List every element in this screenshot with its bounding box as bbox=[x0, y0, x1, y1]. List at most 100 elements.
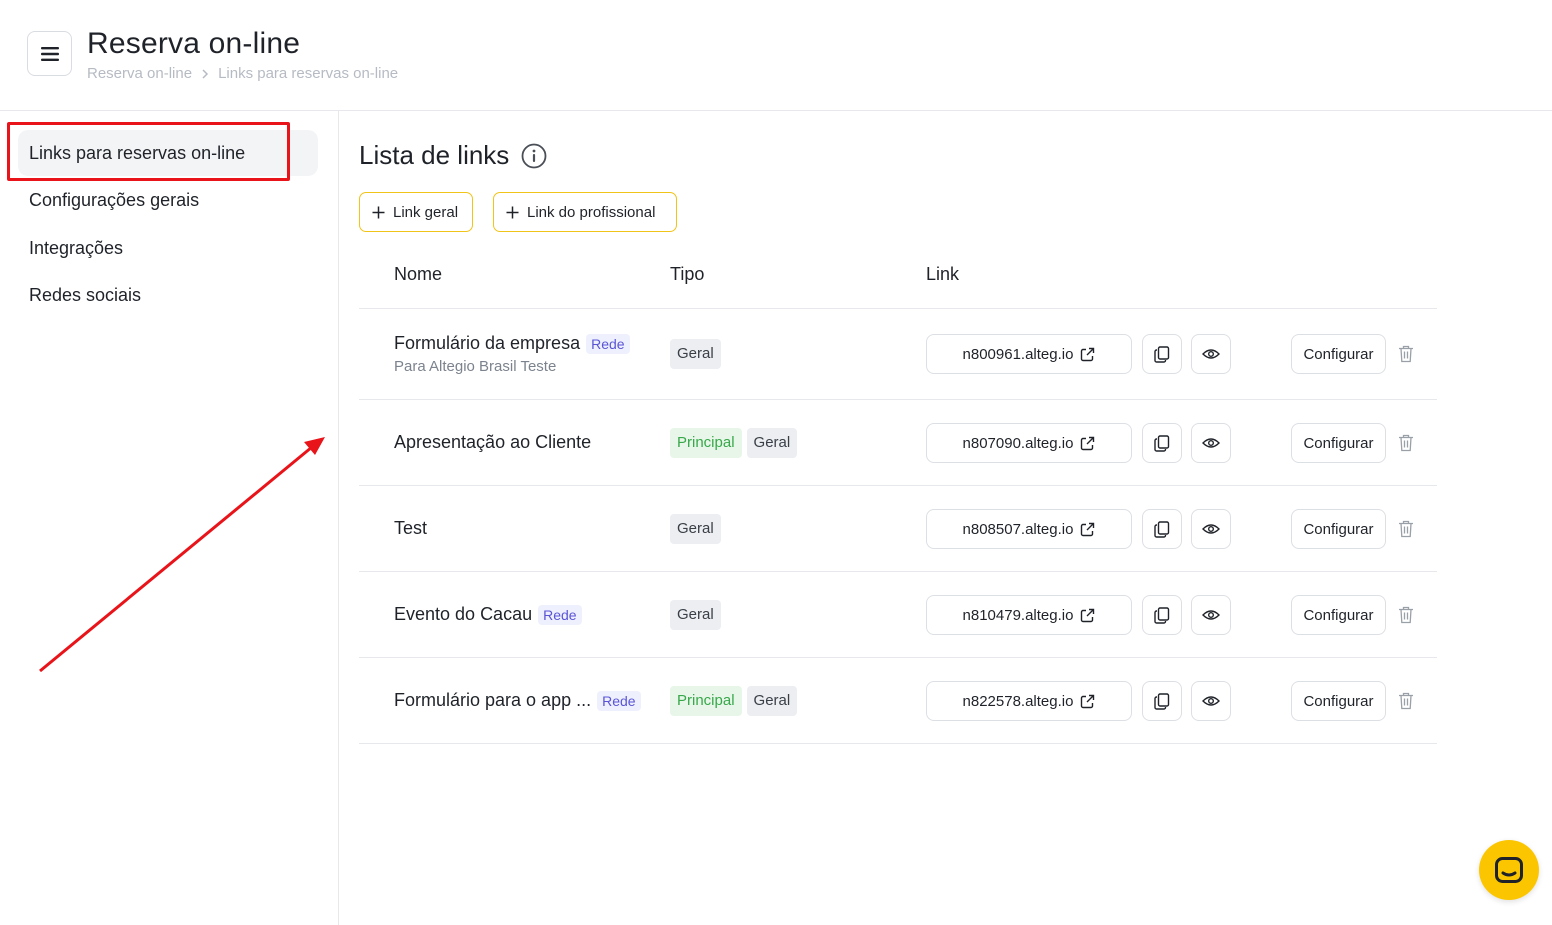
eye-icon bbox=[1202, 610, 1220, 620]
link-text: n800961.alteg.io bbox=[962, 345, 1074, 363]
table-row: Evento do Cacau Rede Geral n810479.alteg… bbox=[359, 572, 1437, 658]
table-row: Formulário da empresa Rede Para Altegio … bbox=[359, 309, 1437, 400]
preview-button[interactable] bbox=[1191, 423, 1231, 463]
copy-button[interactable] bbox=[1142, 334, 1182, 374]
add-link-geral-button[interactable]: Link geral bbox=[359, 192, 473, 232]
delete-button[interactable] bbox=[1398, 606, 1414, 624]
row-name: Test bbox=[394, 518, 427, 539]
link-text: n810479.alteg.io bbox=[962, 606, 1074, 624]
row-type: Geral bbox=[670, 600, 721, 630]
add-link-profissional-label: Link do profissional bbox=[527, 203, 656, 221]
row-name-text: Test bbox=[394, 518, 428, 538]
table-row: Formulário para o app ... Rede Principal… bbox=[359, 658, 1437, 744]
delete-button[interactable] bbox=[1398, 692, 1414, 710]
plus-icon bbox=[372, 206, 385, 219]
trash-icon bbox=[1399, 434, 1413, 452]
page-header: Reserva on-line Reserva on-line Links pa… bbox=[0, 0, 1552, 111]
copy-icon bbox=[1154, 606, 1170, 624]
configure-button[interactable]: Configurar bbox=[1291, 681, 1386, 721]
delete-button[interactable] bbox=[1398, 434, 1414, 452]
preview-button[interactable] bbox=[1191, 595, 1231, 635]
rede-badge: Rede bbox=[586, 333, 630, 354]
table-row: Test Geral n808507.alteg.io Configurar bbox=[359, 486, 1437, 572]
trash-icon bbox=[1399, 606, 1413, 624]
sidebar-item-integracoes[interactable]: Integrações bbox=[18, 225, 318, 271]
sidebar-item-configuracoes[interactable]: Configurações gerais bbox=[18, 177, 318, 223]
section-title-text: Lista de links bbox=[359, 140, 510, 170]
trash-icon bbox=[1399, 692, 1413, 710]
trash-icon bbox=[1399, 345, 1413, 363]
row-subtitle: Para Altegio Brasil Teste bbox=[394, 358, 557, 375]
link-button[interactable]: n808507.alteg.io bbox=[926, 509, 1132, 549]
configure-button[interactable]: Configurar bbox=[1291, 334, 1386, 374]
tag-geral: Geral bbox=[746, 428, 798, 458]
row-name-text: Formulário da empresa bbox=[394, 333, 581, 353]
delete-button[interactable] bbox=[1398, 345, 1414, 363]
copy-button[interactable] bbox=[1142, 681, 1182, 721]
row-name: Formulário da empresa Rede bbox=[394, 333, 630, 354]
tag-principal: Principal bbox=[670, 428, 742, 458]
preview-button[interactable] bbox=[1191, 681, 1231, 721]
configure-button[interactable]: Configurar bbox=[1291, 509, 1386, 549]
tag-geral: Geral bbox=[670, 339, 721, 369]
chevron-right-icon bbox=[201, 68, 209, 79]
row-name-text: Apresentação ao Cliente bbox=[394, 432, 592, 452]
breadcrumb-item: Links para reservas on-line bbox=[218, 65, 399, 82]
link-button[interactable]: n810479.alteg.io bbox=[926, 595, 1132, 635]
breadcrumb: Reserva on-line Links para reservas on-l… bbox=[87, 65, 398, 82]
row-name: Apresentação ao Cliente bbox=[394, 432, 591, 453]
chat-button[interactable] bbox=[1479, 840, 1539, 900]
info-icon[interactable] bbox=[521, 143, 547, 169]
row-name: Formulário para o app ... Rede bbox=[394, 690, 641, 711]
copy-icon bbox=[1154, 520, 1170, 538]
link-text: n808507.alteg.io bbox=[962, 520, 1074, 538]
copy-icon bbox=[1154, 434, 1170, 452]
configure-button[interactable]: Configurar bbox=[1291, 423, 1386, 463]
copy-icon bbox=[1154, 345, 1170, 363]
link-text: n807090.alteg.io bbox=[962, 434, 1074, 452]
row-type: Geral bbox=[670, 514, 721, 544]
tag-geral: Geral bbox=[670, 514, 721, 544]
link-button[interactable]: n807090.alteg.io bbox=[926, 423, 1132, 463]
section-title: Lista de links bbox=[359, 140, 547, 171]
add-link-profissional-button[interactable]: Link do profissional bbox=[493, 192, 677, 232]
plus-icon bbox=[506, 206, 519, 219]
eye-icon bbox=[1202, 696, 1220, 706]
sidebar-item-redes-sociais[interactable]: Redes sociais bbox=[18, 272, 318, 318]
link-button[interactable]: n822578.alteg.io bbox=[926, 681, 1132, 721]
configure-button[interactable]: Configurar bbox=[1291, 595, 1386, 635]
row-name-text: Evento do Cacau bbox=[394, 604, 533, 624]
delete-button[interactable] bbox=[1398, 520, 1414, 538]
row-type: Geral bbox=[670, 339, 721, 369]
external-link-icon bbox=[1081, 347, 1095, 361]
link-button[interactable]: n800961.alteg.io bbox=[926, 334, 1132, 374]
preview-button[interactable] bbox=[1191, 334, 1231, 374]
row-type: Principal Geral bbox=[670, 686, 798, 716]
trash-icon bbox=[1399, 520, 1413, 538]
page-title: Reserva on-line bbox=[87, 27, 301, 60]
row-name: Evento do Cacau Rede bbox=[394, 604, 582, 625]
external-link-icon bbox=[1081, 522, 1095, 536]
row-name-text: Formulário para o app ... bbox=[394, 690, 592, 710]
copy-button[interactable] bbox=[1142, 595, 1182, 635]
tag-geral: Geral bbox=[670, 600, 721, 630]
rede-badge: Rede bbox=[597, 690, 641, 711]
table-row: Apresentação ao Cliente Principal Geral … bbox=[359, 400, 1437, 486]
eye-icon bbox=[1202, 438, 1220, 448]
tag-principal: Principal bbox=[670, 686, 742, 716]
copy-button[interactable] bbox=[1142, 509, 1182, 549]
divider bbox=[359, 743, 1437, 744]
external-link-icon bbox=[1081, 608, 1095, 622]
external-link-icon bbox=[1081, 694, 1095, 708]
link-text: n822578.alteg.io bbox=[962, 692, 1074, 710]
eye-icon bbox=[1202, 349, 1220, 359]
menu-icon bbox=[40, 46, 59, 61]
copy-button[interactable] bbox=[1142, 423, 1182, 463]
sidebar: Links para reservas on-line Configuraçõe… bbox=[0, 111, 339, 925]
menu-button[interactable] bbox=[27, 31, 72, 76]
breadcrumb-item[interactable]: Reserva on-line bbox=[87, 65, 192, 82]
external-link-icon bbox=[1081, 436, 1095, 450]
preview-button[interactable] bbox=[1191, 509, 1231, 549]
chat-icon bbox=[1495, 857, 1523, 883]
sidebar-item-links[interactable]: Links para reservas on-line bbox=[18, 130, 318, 176]
